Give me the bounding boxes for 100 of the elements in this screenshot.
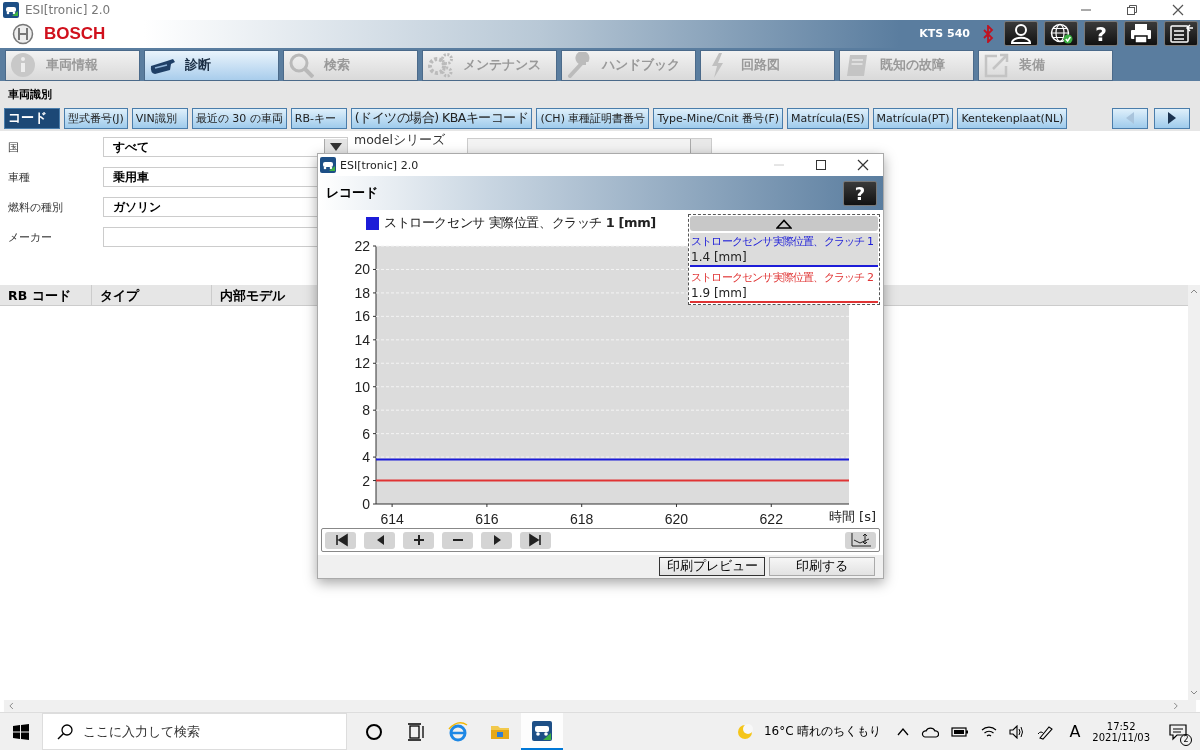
tick-label: 2 [362,472,370,489]
legend-item[interactable]: ストロークセンサ実際位置、クラッチ 2 1.9 [mm] [690,269,878,303]
app-icon [320,157,336,173]
tab[interactable]: 型式番号(J) [64,107,128,129]
axis-fit-icon [849,532,872,548]
battery-icon[interactable] [951,725,970,738]
wifi-icon[interactable] [981,724,998,739]
user-icon [1009,21,1033,46]
tick-label: 6 [362,425,370,442]
search-icon [288,52,314,79]
collapse-button[interactable] [690,216,878,231]
tab[interactable]: Matrícula(PT) [872,107,954,129]
bluetooth-icon [982,24,994,43]
tick-label: 622 [759,511,783,527]
tick-label: 20 [354,261,370,278]
app-button[interactable] [521,713,563,750]
chevron-up-icon[interactable] [897,726,910,737]
device-name: KTS 540 [919,27,970,41]
notification-count: 2 [1180,733,1192,746]
tick-label: 618 [570,511,594,527]
list-exit-icon [1169,21,1193,46]
right-triangle-button[interactable] [481,531,512,549]
tick-label: 8 [362,402,370,419]
tab[interactable]: コード [4,107,60,129]
logo-icon [12,22,34,45]
column-header[interactable]: RB コード [0,285,92,306]
task-view-icon [405,720,427,743]
close-icon[interactable] [857,159,869,171]
field-label: 国 [8,139,20,155]
app-icon [531,719,553,742]
field-label: 燃料の種別 [8,199,64,215]
close-icon[interactable] [1172,3,1184,16]
window-title: ESI[tronic] 2.0 [25,2,111,17]
tick-label: 22 [354,238,370,254]
tab[interactable]: RB-キー [290,107,347,129]
tab[interactable]: (CH) 車種証明書番号 [536,107,650,129]
skip-start-icon [333,533,348,547]
globe-button[interactable] [1044,21,1078,47]
moon-cloud-icon [735,722,754,741]
vertical-scrollbar[interactable] [1188,285,1200,701]
tab[interactable]: Kentekenplaat(NL) [957,107,1068,129]
field-label: modelシリーズ [354,131,446,149]
tab[interactable]: Matrícula(ES) [787,107,869,129]
tab[interactable]: Type-Mine/Cnit 番号(F) [653,107,784,129]
restore-icon[interactable] [1126,3,1138,16]
input-indicator[interactable]: A [1069,722,1081,741]
skip-end-button[interactable] [520,531,551,549]
field-label: 車種 [8,169,31,185]
dropdown-arrow-icon [330,143,342,152]
tick-label: 620 [664,511,689,527]
field-label: メーカー [8,229,53,245]
legend-title: ストロークセンサ 実際位置、クラッチ 1 [mm] [384,214,656,232]
globe-icon [1049,21,1073,46]
tick-label: 616 [475,511,499,527]
speech-bubble-icon [1169,722,1187,741]
tick-label: 614 [380,511,404,527]
print-preview-button[interactable]: 印刷プレビュー [659,557,765,576]
tab[interactable]: VIN識別 [131,107,188,129]
clock-time[interactable]: 17:52 [1106,720,1136,732]
search-icon [57,723,73,740]
help-button[interactable]: ? [1084,21,1118,47]
column-header[interactable]: タイプ [92,285,212,306]
info-icon [10,52,36,79]
tab[interactable]: 最近の 30 の車両 [191,107,287,129]
triangle-up-icon [776,218,792,229]
speaker-icon[interactable] [1009,724,1026,739]
tick-label: 10 [354,378,370,395]
plus-button[interactable] [403,531,434,549]
minus-button[interactable] [442,531,473,549]
tick-label: 12 [354,355,370,372]
tick-label: 0 [362,496,370,512]
skip-start-button[interactable] [325,531,356,549]
fit-button[interactable] [845,531,876,549]
tick-label: 14 [354,331,370,348]
printer-button[interactable] [1124,21,1158,47]
maximize-icon[interactable] [815,159,827,171]
tab[interactable]: (ドイツの場合) KBAキーコード [350,107,533,129]
help-button[interactable]: ? [843,180,877,206]
cloud-icon[interactable] [921,725,940,738]
nav-tab[interactable]: 診断 [144,49,279,81]
tick-label: 4 [362,449,370,466]
section-title: 車両識別 [8,86,52,102]
user-button[interactable] [1004,21,1038,47]
tick-label: 16 [354,308,370,325]
next-button[interactable] [1154,107,1190,129]
plus-icon [411,533,426,547]
clock-date[interactable]: 2021/11/03 [1092,731,1150,743]
notification-button[interactable]: 2 [1164,717,1192,746]
legend-item[interactable]: ストロークセンサ実際位置、クラッチ 1 1.4 [mm] [690,233,878,267]
axis-title: 時間 [s] [828,509,876,524]
left-triangle-button[interactable] [364,531,395,549]
printer-icon [1129,21,1153,46]
list-exit-button[interactable] [1164,21,1198,47]
windows-icon [13,723,29,740]
search-field[interactable]: ここに入力して検索 [42,713,347,750]
brand-logo: BOSCH [44,23,106,44]
skip-end-icon [528,533,543,547]
browser-icon [447,720,469,743]
book-icon [844,52,870,79]
print-button[interactable]: 印刷する [769,557,875,576]
